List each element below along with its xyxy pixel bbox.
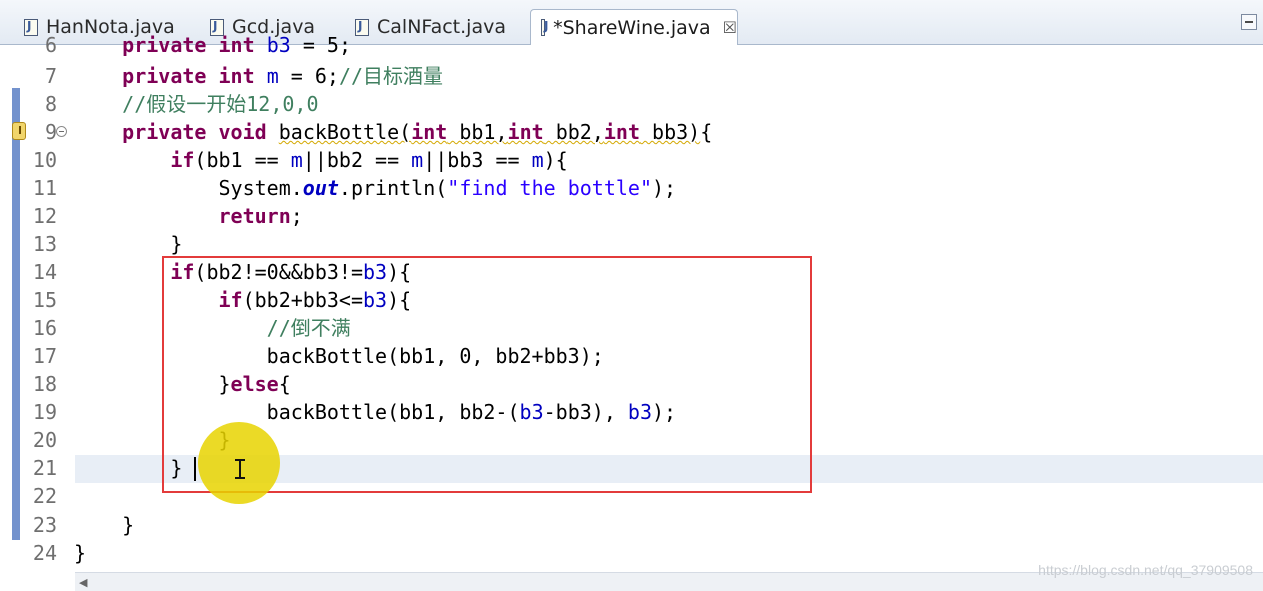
code-line: 7 private int m = 6;//目标酒量 bbox=[0, 62, 1263, 90]
line-code: private int b3 = 5; bbox=[122, 33, 351, 57]
text-caret bbox=[194, 457, 196, 481]
line-number: 12 bbox=[32, 204, 57, 228]
line-number: 20 bbox=[32, 428, 57, 452]
code-line: 11 System.out.println("find the bottle")… bbox=[0, 174, 1263, 202]
code-line: 8 //假设一开始12,0,0 bbox=[0, 90, 1263, 118]
code-line: 12 return; bbox=[0, 202, 1263, 230]
watermark: https://blog.csdn.net/qq_37909508 bbox=[1038, 562, 1253, 578]
line-code: //假设一开始12,0,0 bbox=[122, 92, 319, 116]
line-number: 9 bbox=[44, 120, 57, 144]
line-number: 14 bbox=[32, 260, 57, 284]
line-number: 19 bbox=[32, 400, 57, 424]
line-number: 7 bbox=[44, 64, 57, 88]
line-number: 15 bbox=[32, 288, 57, 312]
line-number: 18 bbox=[32, 372, 57, 396]
line-number: 8 bbox=[44, 92, 57, 116]
line-code: } bbox=[74, 232, 183, 256]
code-line: 10 if(bb1 == m||bb2 == m||bb3 == m){ bbox=[0, 146, 1263, 174]
line-number: 21 bbox=[32, 456, 57, 480]
code-line: 23 } bbox=[0, 511, 1263, 539]
line-code: private int m = 6;//目标酒量 bbox=[122, 64, 444, 88]
line-number: 22 bbox=[32, 484, 57, 508]
code-line: 13 } bbox=[0, 230, 1263, 258]
line-number: 11 bbox=[32, 176, 57, 200]
code-line: 6 private int b3 = 5; bbox=[0, 31, 1263, 59]
line-code: } bbox=[74, 541, 87, 565]
line-number: 17 bbox=[32, 344, 57, 368]
line-number: 16 bbox=[32, 316, 57, 340]
line-code: private void backBottle(int bb1,int bb2,… bbox=[122, 120, 713, 144]
scroll-left-icon[interactable]: ◀ bbox=[79, 576, 87, 589]
line-number: 13 bbox=[32, 232, 57, 256]
minimize-icon[interactable] bbox=[1241, 14, 1257, 30]
line-code: System.out.println("find the bottle"); bbox=[74, 176, 677, 200]
line-code: } bbox=[74, 513, 135, 537]
line-number: 10 bbox=[32, 148, 57, 172]
ibeam-cursor-icon bbox=[235, 459, 245, 479]
line-number: 6 bbox=[44, 33, 57, 57]
code-editor[interactable]: 6 private int b3 = 5; 7 private int m = … bbox=[0, 33, 1263, 591]
line-number: 24 bbox=[32, 541, 57, 565]
fold-collapse-icon[interactable] bbox=[56, 126, 67, 137]
line-code: return; bbox=[218, 204, 303, 228]
line-number: 23 bbox=[32, 513, 57, 537]
line-code: if(bb1 == m||bb2 == m||bb3 == m){ bbox=[170, 148, 568, 172]
code-line: 9 private void backBottle(int bb1,int bb… bbox=[0, 118, 1263, 146]
